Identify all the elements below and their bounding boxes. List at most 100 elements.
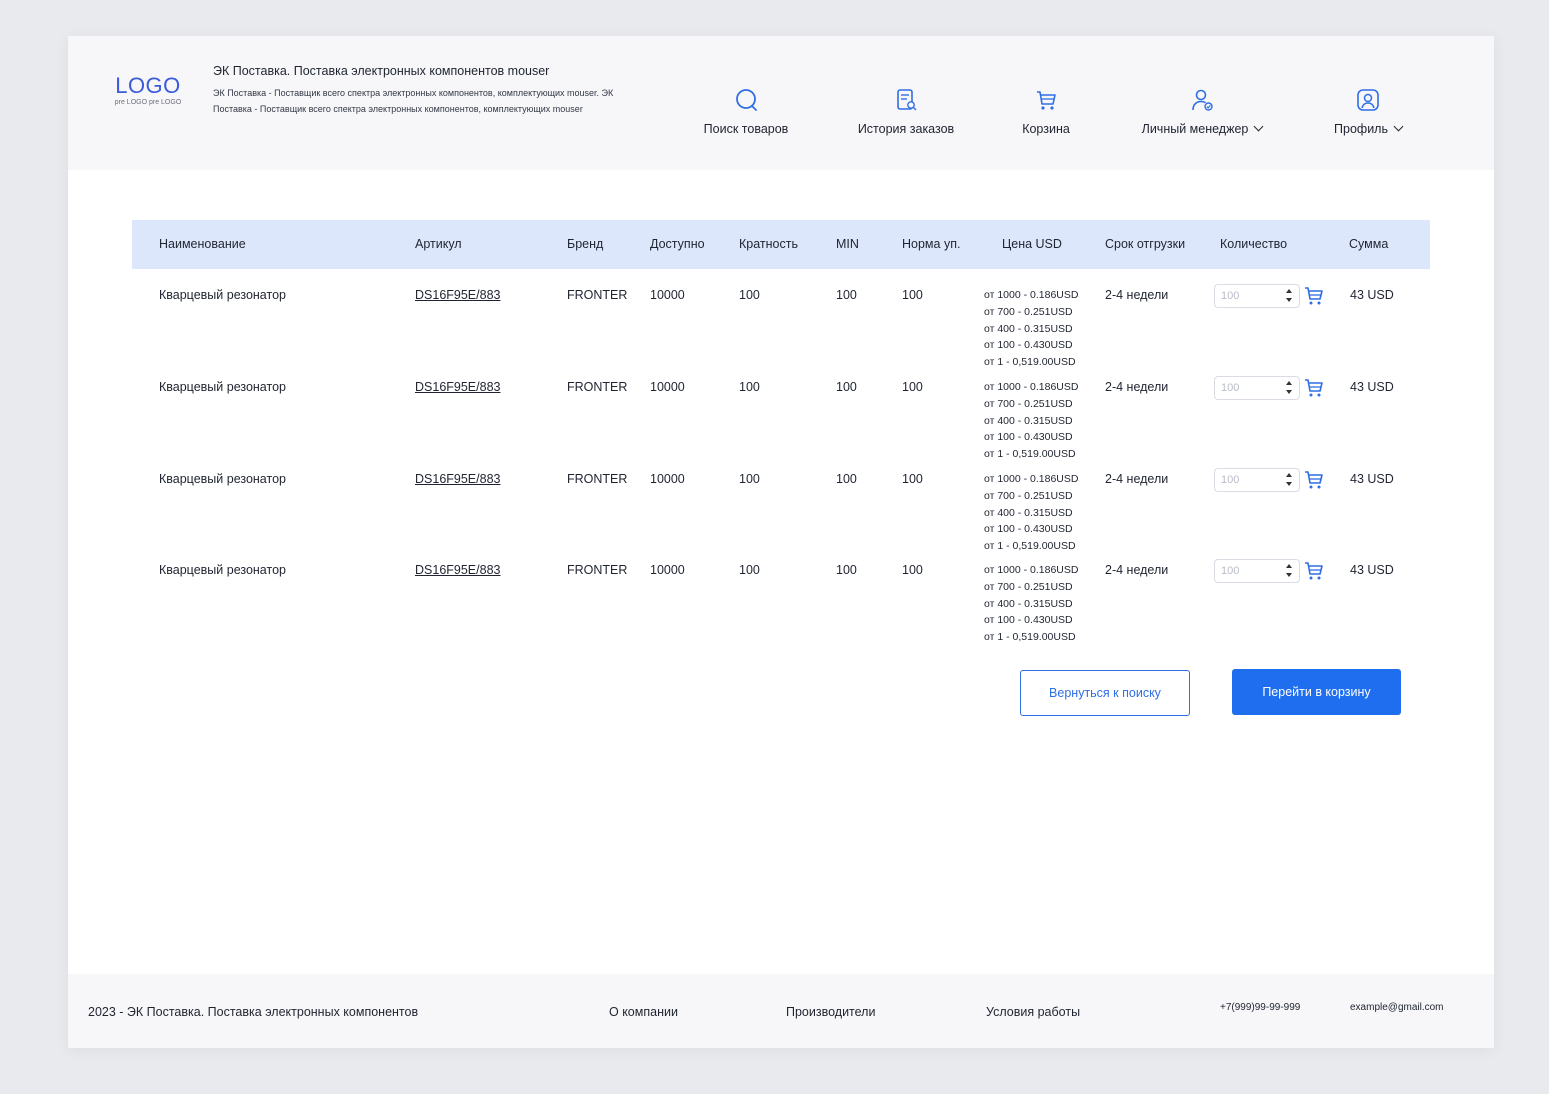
search-icon	[736, 89, 757, 111]
price-tier: от 400 - 0.315USD	[984, 506, 1073, 519]
lead-time: 2-4 недели	[1105, 288, 1169, 302]
logo-subtext: pre LOGO pre LOGO	[114, 99, 182, 106]
column-header-pack: Норма уп.	[902, 237, 961, 251]
price-tier: от 400 - 0.315USD	[984, 322, 1073, 335]
sku-link[interactable]: DS16F95E/883	[415, 380, 500, 394]
column-header-price: Цена USD	[1002, 237, 1062, 251]
available: 10000	[650, 472, 685, 486]
lead-time: 2-4 недели	[1105, 472, 1169, 486]
price-tier: от 400 - 0.315USD	[984, 414, 1073, 427]
price-tiers: от 1000 - 0.186USD от 700 - 0.251USD от …	[984, 287, 1078, 371]
footer: 2023 - ЭК Поставка. Поставка электронных…	[68, 974, 1494, 1048]
logo[interactable]: LOGO pre LOGO pre LOGO	[108, 74, 188, 108]
column-header-min: MIN	[836, 237, 859, 251]
sku-link[interactable]: DS16F95E/883	[415, 472, 500, 486]
add-to-cart-icon[interactable]	[1303, 560, 1325, 582]
chevron-down-icon	[1393, 121, 1404, 132]
add-to-cart-icon[interactable]	[1303, 469, 1325, 491]
price-tier: от 400 - 0.315USD	[984, 597, 1073, 610]
nav-cart[interactable]: Корзина	[1016, 86, 1076, 136]
brand: FRONTER	[567, 472, 628, 486]
stepper-arrows[interactable]	[1286, 380, 1294, 396]
quantity-placeholder: 100	[1221, 565, 1240, 577]
nav-cart-label: Корзина	[1022, 122, 1070, 136]
lead-time: 2-4 недели	[1105, 563, 1169, 577]
nav-profile-label: Профиль	[1334, 122, 1388, 136]
row-sum: 43 USD	[1350, 472, 1394, 486]
table-row: Кварцевый резонатор DS16F95E/883 FRONTER…	[132, 550, 1430, 643]
price-tier: от 100 - 0.430USD	[984, 339, 1073, 352]
products-table: Наименование Артикул Бренд Доступно Крат…	[132, 220, 1430, 643]
nav-personal-manager[interactable]: Личный менеджер	[1132, 86, 1272, 136]
header: LOGO pre LOGO pre LOGO ЭК Поставка. Пост…	[68, 36, 1494, 170]
footer-phone[interactable]: +7(999)99-99-999	[1220, 1002, 1300, 1013]
logo-text: LOGO	[115, 73, 181, 98]
quantity-placeholder: 100	[1221, 290, 1240, 302]
column-header-name: Наименование	[159, 237, 246, 251]
footer-email[interactable]: example@gmail.com	[1350, 1002, 1444, 1013]
nav-search-label: Поиск товаров	[703, 122, 789, 136]
price-tier: от 700 - 0.251USD	[984, 305, 1073, 318]
row-sum: 43 USD	[1350, 380, 1394, 394]
order-history-icon	[897, 89, 917, 111]
price-tier: от 1000 - 0.186USD	[984, 564, 1079, 576]
brand: FRONTER	[567, 288, 628, 302]
price-tier: от 100 - 0.430USD	[984, 614, 1073, 627]
pack-norm: 100	[902, 472, 923, 486]
back-to-search-button[interactable]: Вернуться к поиску	[1020, 670, 1190, 716]
price-tier: от 700 - 0.251USD	[984, 397, 1073, 410]
quantity-placeholder: 100	[1221, 474, 1240, 486]
column-header-quantity: Количество	[1220, 237, 1288, 251]
table-row: Кварцевый резонатор DS16F95E/883 FRONTER…	[132, 367, 1430, 460]
column-header-lead-time: Срок отгрузки	[1105, 237, 1186, 251]
quantity-stepper[interactable]: 100	[1214, 468, 1300, 492]
price-tier: от 100 - 0.430USD	[984, 431, 1073, 444]
column-header-sku: Артикул	[415, 237, 462, 251]
manager-icon	[1192, 89, 1213, 111]
footer-link-manufacturers[interactable]: Производители	[786, 1005, 875, 1019]
available: 10000	[650, 563, 685, 577]
nav-personal-manager-label: Личный менеджер	[1141, 122, 1249, 136]
stepper-arrows[interactable]	[1286, 563, 1294, 579]
add-to-cart-icon[interactable]	[1303, 377, 1325, 399]
product-name: Кварцевый резонатор	[159, 380, 286, 394]
cart-icon	[1037, 91, 1056, 110]
column-header-available: Доступно	[650, 237, 705, 251]
pack-norm: 100	[902, 288, 923, 302]
product-name: Кварцевый резонатор	[159, 472, 286, 486]
price-tiers: от 1000 - 0.186USD от 700 - 0.251USD от …	[984, 379, 1078, 463]
footer-link-terms[interactable]: Условия работы	[986, 1005, 1080, 1019]
site-description: ЭК Поставка - Поставщик всего спектра эл…	[213, 88, 614, 114]
nav-order-history-label: История заказов	[857, 122, 955, 136]
stepper-arrows[interactable]	[1286, 472, 1294, 488]
price-tier: от 1 - 0,519.00USD	[984, 631, 1076, 644]
nav-search[interactable]: Поиск товаров	[696, 86, 796, 136]
table-row: Кварцевый резонатор DS16F95E/883 FRONTER…	[132, 459, 1430, 552]
product-name: Кварцевый резонатор	[159, 563, 286, 577]
min: 100	[836, 288, 857, 302]
stepper-arrows[interactable]	[1286, 288, 1294, 304]
brand-block: ЭК Поставка. Поставка электронных компон…	[213, 63, 623, 117]
quantity-stepper[interactable]: 100	[1214, 376, 1300, 400]
min: 100	[836, 563, 857, 577]
available: 10000	[650, 380, 685, 394]
table-header: Наименование Артикул Бренд Доступно Крат…	[132, 220, 1430, 269]
row-sum: 43 USD	[1350, 288, 1394, 302]
nav-profile[interactable]: Профиль	[1328, 86, 1408, 136]
pack-norm: 100	[902, 563, 923, 577]
nav-order-history[interactable]: История заказов	[846, 86, 966, 136]
multiplicity: 100	[739, 380, 760, 394]
go-to-cart-button[interactable]: Перейти в корзину	[1232, 669, 1401, 715]
column-header-brand: Бренд	[567, 237, 604, 251]
price-tier: от 100 - 0.430USD	[984, 523, 1073, 536]
quantity-placeholder: 100	[1221, 382, 1240, 394]
add-to-cart-icon[interactable]	[1303, 285, 1325, 307]
sku-link[interactable]: DS16F95E/883	[415, 563, 500, 577]
quantity-stepper[interactable]: 100	[1214, 559, 1300, 583]
price-tier: от 700 - 0.251USD	[984, 489, 1073, 502]
sku-link[interactable]: DS16F95E/883	[415, 288, 500, 302]
available: 10000	[650, 288, 685, 302]
min: 100	[836, 472, 857, 486]
quantity-stepper[interactable]: 100	[1214, 284, 1300, 308]
footer-link-about[interactable]: О компании	[609, 1005, 678, 1019]
